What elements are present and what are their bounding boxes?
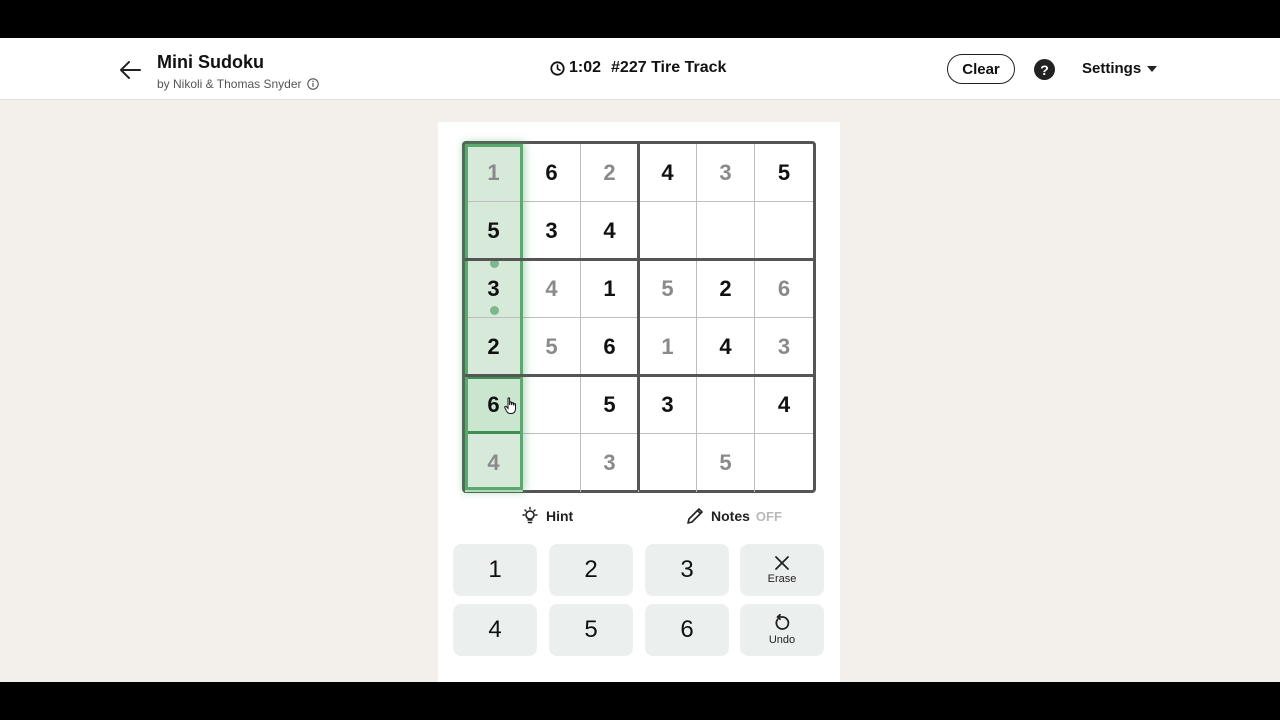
grid-cell[interactable]: 3 <box>697 144 755 202</box>
game-panel: 1624355343415262561436534435 Hint Notes … <box>438 122 840 682</box>
number-key[interactable]: 5 <box>549 604 633 656</box>
lightbulb-icon <box>522 506 538 524</box>
byline: by Nikoli & Thomas Snyder <box>157 77 319 91</box>
pencil-icon <box>687 508 703 524</box>
close-icon <box>775 556 789 570</box>
box-divider-vertical <box>637 144 640 490</box>
grid-cell[interactable]: 4 <box>523 260 581 318</box>
grid-cell[interactable] <box>697 376 755 434</box>
tools-row: Hint Notes OFF <box>453 506 825 536</box>
grid-cell[interactable]: 6 <box>465 376 523 434</box>
byline-text: by Nikoli & Thomas Snyder <box>157 77 302 91</box>
grid-cell[interactable]: 5 <box>755 144 813 202</box>
grid-cell[interactable]: 6 <box>755 260 813 318</box>
number-key[interactable]: 4 <box>453 604 537 656</box>
arrow-left-icon <box>120 61 141 79</box>
grid-cell[interactable] <box>523 434 581 492</box>
grid-cell[interactable] <box>755 202 813 260</box>
grid-cell[interactable]: 3 <box>523 202 581 260</box>
grid-cell[interactable] <box>639 202 697 260</box>
number-key[interactable]: 1 <box>453 544 537 596</box>
grid-cell[interactable]: 2 <box>697 260 755 318</box>
settings-button[interactable]: Settings <box>1082 60 1158 77</box>
back-button[interactable] <box>116 56 144 84</box>
sudoku-grid: 1624355343415262561436534435 <box>462 141 816 493</box>
notes-label: Notes <box>711 508 750 524</box>
progress-dot <box>490 306 499 315</box>
number-key[interactable]: 6 <box>645 604 729 656</box>
grid-cell[interactable]: 4 <box>639 144 697 202</box>
grid-cell[interactable]: 4 <box>465 434 523 492</box>
letterbox-top <box>0 0 1280 38</box>
undo-button[interactable]: Undo <box>740 604 824 656</box>
grid-cell[interactable]: 5 <box>465 202 523 260</box>
puzzle-label: #227 Tire Track <box>611 59 727 76</box>
grid-cell[interactable] <box>523 376 581 434</box>
grid-cell[interactable]: 4 <box>581 202 639 260</box>
app: Mini Sudoku by Nikoli & Thomas Snyder 1:… <box>0 38 1280 682</box>
grid-cell[interactable]: 6 <box>523 144 581 202</box>
help-icon[interactable]: ? <box>1034 59 1055 80</box>
clear-button[interactable]: Clear <box>947 54 1015 84</box>
grid-cell[interactable]: 1 <box>639 318 697 376</box>
notes-state: OFF <box>755 508 782 524</box>
grid-cell[interactable]: 3 <box>755 318 813 376</box>
grid-cell[interactable]: 4 <box>755 376 813 434</box>
grid-cell[interactable] <box>697 202 755 260</box>
letterbox-bottom <box>0 682 1280 720</box>
box-divider-horizontal <box>465 374 813 377</box>
timer: 1:02 <box>550 59 601 77</box>
grid-cell[interactable]: 2 <box>465 318 523 376</box>
grid-cell[interactable]: 5 <box>523 318 581 376</box>
grid-cell[interactable]: 5 <box>581 376 639 434</box>
grid-cell[interactable]: 4 <box>697 318 755 376</box>
box-divider-horizontal <box>465 258 813 261</box>
number-key[interactable]: 2 <box>549 544 633 596</box>
hint-label: Hint <box>546 508 574 524</box>
undo-label: Undo <box>768 634 796 646</box>
undo-icon <box>775 614 790 630</box>
grid-cell[interactable]: 3 <box>581 434 639 492</box>
caret-down-icon <box>1147 65 1158 72</box>
notes-toggle[interactable]: Notes OFF <box>685 506 782 526</box>
timer-value: 1:02 <box>569 59 602 76</box>
grid-cell[interactable] <box>755 434 813 492</box>
erase-label: Erase <box>767 573 797 585</box>
erase-button[interactable]: Erase <box>740 544 824 596</box>
hint-button[interactable]: Hint <box>520 506 573 526</box>
clock-icon <box>550 60 565 76</box>
grid-cell[interactable] <box>639 434 697 492</box>
grid-cell[interactable]: 2 <box>581 144 639 202</box>
grid-cell[interactable]: 1 <box>581 260 639 318</box>
settings-label: Settings <box>1082 60 1142 77</box>
number-key[interactable]: 3 <box>645 544 729 596</box>
info-icon[interactable] <box>306 78 319 90</box>
grid-cell[interactable]: 5 <box>697 434 755 492</box>
grid-cell[interactable]: 3 <box>639 376 697 434</box>
grid-cell[interactable]: 1 <box>465 144 523 202</box>
header: Mini Sudoku by Nikoli & Thomas Snyder 1:… <box>0 38 1280 100</box>
game-title: Mini Sudoku <box>157 52 264 72</box>
puzzle-info: 1:02 #227 Tire Track <box>550 59 726 77</box>
grid-cell[interactable]: 5 <box>639 260 697 318</box>
grid-cell[interactable]: 6 <box>581 318 639 376</box>
